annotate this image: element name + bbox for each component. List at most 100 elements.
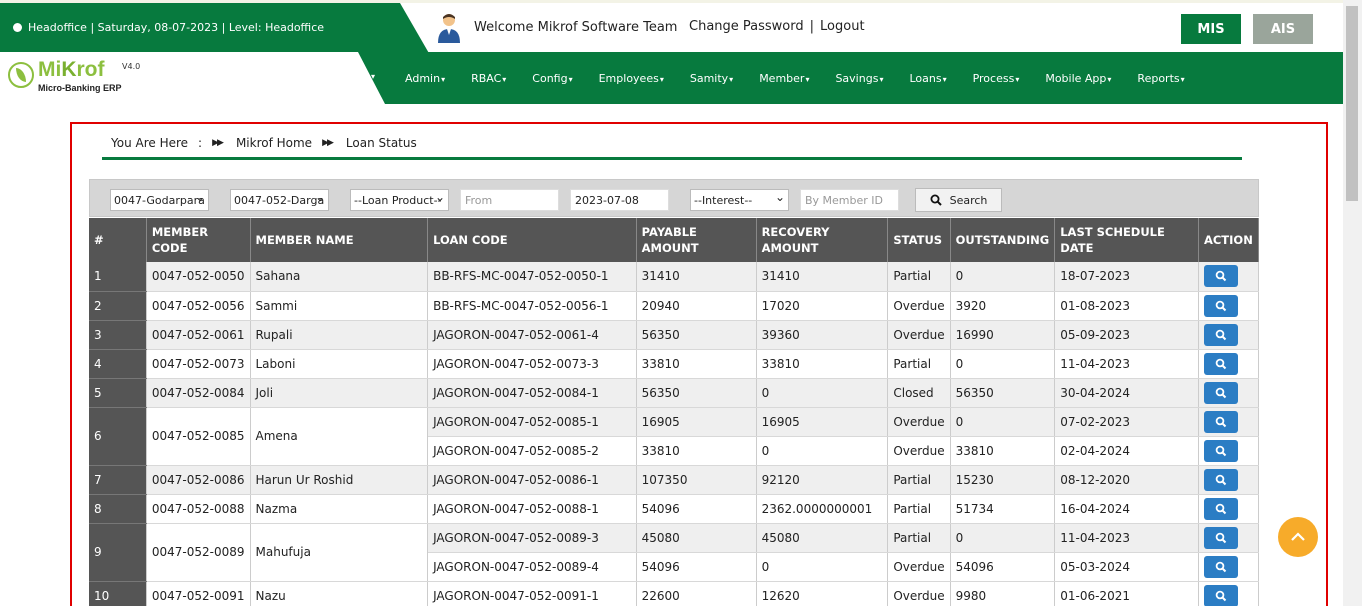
nav-item-mobile-app[interactable]: Mobile App: [1032, 72, 1124, 85]
payable-amount-cell: 54096: [636, 494, 757, 524]
view-details-button[interactable]: [1203, 265, 1238, 288]
view-details-button[interactable]: [1203, 439, 1238, 462]
nav-item-savings[interactable]: Savings: [822, 72, 896, 85]
last-schedule-date-cell: 18-07-2023: [1054, 262, 1199, 292]
payable-amount-cell: 45080: [636, 523, 757, 553]
account-links: Change Password | Logout: [689, 19, 865, 34]
payable-amount-cell: 22600: [636, 581, 757, 606]
view-details-button[interactable]: [1203, 468, 1238, 491]
search-button-label: Search: [949, 193, 988, 207]
magnifier-icon: [1215, 387, 1227, 398]
table-row: 1 0047-052-0050 Sahana BB-RFS-MC-0047-052-0…: [89, 262, 1260, 292]
nav-item-reports[interactable]: Reports: [1124, 72, 1197, 85]
status-cell: Overdue: [887, 407, 951, 437]
recovery-amount-cell: 33810: [756, 349, 889, 379]
nav-item-samity[interactable]: Samity: [677, 72, 746, 85]
nav-item-config[interactable]: Config: [519, 72, 585, 85]
recovery-amount-cell: 0: [756, 436, 889, 466]
page-scrollbar[interactable]: [1343, 0, 1362, 606]
row-number-cell: 2: [89, 291, 147, 321]
view-details-button[interactable]: [1203, 526, 1238, 549]
mis-button[interactable]: MIS: [1181, 14, 1241, 44]
double-chevron-right-icon: ▶▶: [322, 138, 334, 148]
last-schedule-date-cell: 01-06-2021: [1054, 581, 1199, 606]
logo-brand-mi: Mi: [38, 58, 62, 81]
action-cell: [1198, 320, 1260, 350]
recovery-amount-cell: 0: [756, 378, 889, 408]
scroll-to-top-button[interactable]: [1278, 517, 1318, 557]
view-details-button[interactable]: [1203, 555, 1238, 578]
logo-area[interactable]: MiKrof V4.0 Micro-Banking ERP: [0, 52, 385, 104]
logo-subtitle: Micro-Banking ERP: [38, 83, 122, 93]
status-cell: Closed: [887, 378, 951, 408]
loan-code-cell: JAGORON-0047-052-0086-1: [427, 465, 637, 495]
ais-button[interactable]: AIS: [1253, 14, 1313, 44]
view-details-button[interactable]: [1203, 410, 1238, 433]
member-code-cell: 0047-052-0084: [146, 378, 251, 408]
outstanding-cell: 9980: [950, 581, 1056, 606]
member-id-input[interactable]: By Member ID: [800, 189, 899, 211]
column-header: RECOVERY AMOUNT: [756, 218, 889, 262]
payable-amount-cell: 33810: [636, 349, 757, 379]
main-panel: You Are Here : ▶▶ Mikrof Home ▶▶ Loan St…: [70, 122, 1328, 606]
status-cell: Partial: [887, 349, 951, 379]
interest-select[interactable]: --Interest--: [690, 189, 789, 211]
logout-link[interactable]: Logout: [820, 19, 865, 34]
nav-item-employees[interactable]: Employees: [586, 72, 677, 85]
nav-item-admin[interactable]: Admin: [392, 72, 458, 85]
column-header: ACTION: [1198, 218, 1260, 262]
nav-item-rbac[interactable]: RBAC: [458, 72, 519, 85]
samity-select-value: 0047-052-Darga: [234, 194, 325, 207]
from-date-input[interactable]: From: [460, 189, 559, 211]
view-details-button[interactable]: [1203, 294, 1238, 317]
member-name-cell: Amena: [250, 407, 429, 466]
scrollbar-thumb[interactable]: [1346, 6, 1358, 201]
outstanding-cell: 0: [950, 262, 1056, 292]
view-details-button[interactable]: [1203, 584, 1238, 606]
magnifier-icon: [1215, 329, 1227, 340]
column-header: MEMBER CODE: [146, 218, 251, 262]
nav-caret-icon[interactable]: ▾: [371, 72, 375, 81]
to-date-input[interactable]: 2023-07-08: [570, 189, 669, 211]
logo-brand-rof: rof: [76, 58, 105, 81]
top-bar: Headoffice | Saturday, 08-07-2023 | Leve…: [0, 0, 1343, 55]
change-password-link[interactable]: Change Password: [689, 19, 804, 34]
status-cell: Overdue: [887, 552, 951, 582]
member-code-cell: 0047-052-0091: [146, 581, 251, 606]
magnifier-icon: [1215, 503, 1227, 514]
nav-item-process[interactable]: Process: [960, 72, 1033, 85]
view-details-button[interactable]: [1203, 381, 1238, 404]
member-name-cell: Sammi: [250, 291, 429, 321]
link-separator: |: [809, 19, 815, 34]
view-details-button[interactable]: [1203, 323, 1238, 346]
recovery-amount-cell: 0: [756, 552, 889, 582]
logo-version: V4.0: [122, 62, 141, 71]
outstanding-cell: 0: [950, 349, 1056, 379]
member-name-cell: Mahufuja: [250, 523, 429, 582]
samity-select[interactable]: 0047-052-Darga: [230, 189, 329, 211]
action-cell: [1198, 581, 1260, 606]
view-details-button[interactable]: [1203, 352, 1238, 375]
member-name-cell: Joli: [250, 378, 429, 408]
last-schedule-date-cell: 05-03-2024: [1054, 552, 1199, 582]
branch-select[interactable]: 0047-Godarpara: [110, 189, 209, 211]
recovery-amount-cell: 17020: [756, 291, 889, 321]
table-row: 6 0047-052-0085 Amena JAGORON-0047-052-0085…: [89, 407, 1260, 466]
from-date-placeholder: From: [465, 194, 493, 207]
table-row: 7 0047-052-0086 Harun Ur Roshid JAGORON-004…: [89, 465, 1260, 495]
outstanding-cell: 15230: [950, 465, 1056, 495]
search-button[interactable]: Search: [915, 188, 1002, 212]
loan-status-table: # MEMBER CODE MEMBER NAME LOAN CODE PAYABLE …: [89, 218, 1260, 606]
payable-amount-cell: 33810: [636, 436, 757, 466]
loan-product-select[interactable]: --Loan Product--: [350, 189, 449, 211]
payable-amount-cell: 107350: [636, 465, 757, 495]
table-row: 5 0047-052-0084 Joli JAGORON-0047-052-0084-…: [89, 378, 1260, 408]
breadcrumb-home-link[interactable]: Mikrof Home: [236, 136, 312, 150]
nav-item-member[interactable]: Member: [746, 72, 822, 85]
magnifier-icon: [1215, 590, 1227, 601]
nav-item-loans[interactable]: Loans: [896, 72, 959, 85]
row-number-cell: 9: [89, 523, 147, 582]
view-details-button[interactable]: [1203, 497, 1238, 520]
outstanding-cell: 54096: [950, 552, 1056, 582]
loan-code-cell: JAGORON-0047-052-0073-3: [427, 349, 637, 379]
